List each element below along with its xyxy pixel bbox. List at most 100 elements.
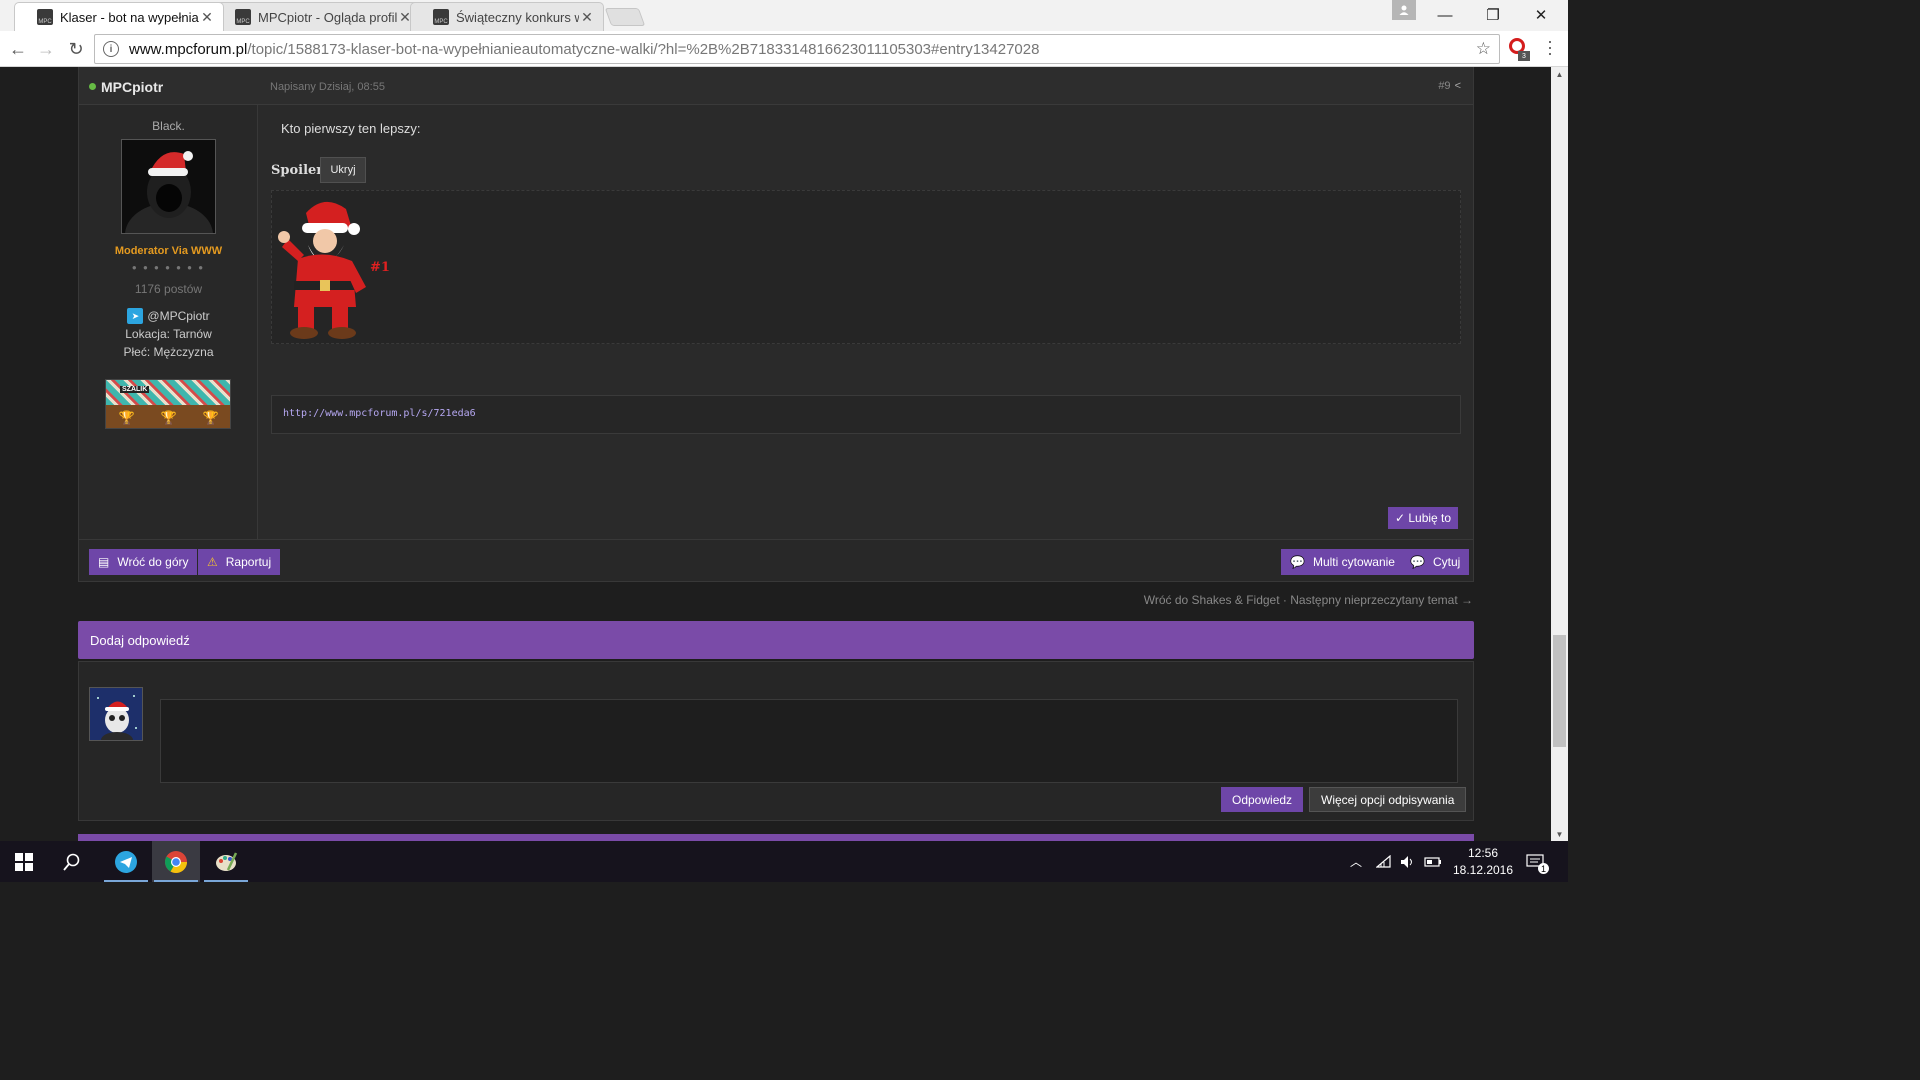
telegram-handle: @MPCpiotr bbox=[147, 309, 210, 323]
user-rank: Moderator Via WWW bbox=[114, 245, 223, 257]
page-scrollbar[interactable]: ▲ ▼ bbox=[1551, 67, 1568, 841]
tab-profile[interactable]: MPC MPCpiotr - Ogląda profil ✕ bbox=[212, 2, 422, 31]
show-hidden-icons[interactable]: ︿ bbox=[1350, 841, 1362, 882]
like-button[interactable]: ✓ Lubię to bbox=[1388, 507, 1458, 529]
trophy-icon: 🏆 bbox=[202, 409, 220, 425]
battery-icon[interactable] bbox=[1424, 841, 1442, 882]
post-date: Napisany Dzisiaj, 08:55 bbox=[270, 81, 385, 93]
scroll-down-icon[interactable]: ▼ bbox=[1551, 827, 1568, 841]
restore-button[interactable]: ❐ bbox=[1470, 2, 1516, 28]
new-tab-button[interactable] bbox=[604, 8, 646, 26]
action-center-icon[interactable]: 1 bbox=[1526, 841, 1549, 882]
tab-title: MPCpiotr - Ogląda profil bbox=[258, 9, 397, 25]
tab-strip: MPC Klaser - bot na wypełnian ✕ MPC MPCp… bbox=[0, 0, 1568, 31]
post-text: Kto pierwszy ten lepszy: bbox=[281, 121, 421, 136]
wifi-icon[interactable] bbox=[1376, 841, 1392, 882]
user-sex: Płeć: Mężczyzna bbox=[123, 345, 214, 359]
url-path: /topic/1588173-klaser-bot-na-wypełnianie… bbox=[247, 40, 1040, 58]
warning-icon: ⚠ bbox=[207, 555, 218, 569]
multiquote-button[interactable]: 💬 Multi cytowanie bbox=[1281, 549, 1404, 575]
code-block[interactable]: http://www.mpcforum.pl/s/721eda6 bbox=[271, 395, 1461, 434]
post-author[interactable]: MPCpiotr bbox=[101, 79, 163, 95]
close-icon[interactable]: ✕ bbox=[579, 9, 595, 26]
quote-label: Cytuj bbox=[1432, 555, 1461, 569]
extension-badge: 3 bbox=[1518, 51, 1530, 61]
online-status-icon bbox=[89, 83, 96, 90]
quote-button[interactable]: 💬 Cytuj bbox=[1401, 549, 1470, 575]
mpc-favicon-icon: MPC bbox=[37, 9, 53, 25]
code-link[interactable]: http://www.mpcforum.pl/s/721eda6 bbox=[283, 408, 476, 419]
back-to-top-button[interactable]: ▤ Wróć do góry bbox=[89, 549, 198, 575]
back-icon[interactable]: ← bbox=[6, 37, 30, 61]
page-icon: ▤ bbox=[98, 555, 110, 569]
spoiler-content: #1 bbox=[271, 190, 1461, 344]
notification-count: 1 bbox=[1538, 863, 1549, 874]
search-icon[interactable] bbox=[48, 841, 96, 882]
post-actions: ▤ Wróć do góry ⚠ Raportuj 💬 Multi cytowanie… bbox=[79, 539, 1473, 581]
multiquote-label: Multi cytowanie bbox=[1312, 555, 1395, 569]
quote-icon: 💬 bbox=[1410, 555, 1425, 569]
telegram-taskbar-icon[interactable] bbox=[102, 841, 150, 882]
volume-icon[interactable] bbox=[1400, 841, 1416, 882]
url-domain: www.mpcforum.pl bbox=[129, 40, 248, 58]
user-location: Lokacja: Tarnów bbox=[125, 327, 212, 341]
share-icon[interactable]: < bbox=[1455, 80, 1461, 92]
reply-textarea[interactable] bbox=[160, 699, 1458, 783]
start-button[interactable] bbox=[0, 841, 48, 882]
close-window-button[interactable]: ✕ bbox=[1518, 2, 1564, 28]
post-number[interactable]: #9 < bbox=[1438, 80, 1461, 92]
my-avatar bbox=[89, 687, 143, 741]
address-bar[interactable]: i www.mpcforum.pl/topic/1588173-klaser-b… bbox=[94, 34, 1500, 64]
forward-icon[interactable]: → bbox=[34, 37, 58, 61]
more-reply-options-button[interactable]: Więcej opcji odpisywania bbox=[1309, 787, 1467, 812]
tab-title: Klaser - bot na wypełnian bbox=[60, 9, 199, 25]
paint-taskbar-icon[interactable] bbox=[202, 841, 250, 882]
profile-icon[interactable] bbox=[1392, 0, 1416, 20]
chrome-taskbar-icon[interactable] bbox=[152, 841, 200, 882]
tab-konkurs[interactable]: MPC Świąteczny konkurs w dz ✕ bbox=[410, 2, 604, 31]
post-number-text: #9 bbox=[1438, 80, 1451, 92]
next-section-header bbox=[78, 834, 1474, 841]
menu-icon[interactable]: · · · bbox=[1542, 32, 1558, 62]
user-title: Black. bbox=[152, 119, 185, 133]
telegram-icon: ➤ bbox=[127, 308, 144, 324]
clock-date: 18.12.2016 bbox=[1452, 863, 1514, 877]
report-label: Raportuj bbox=[225, 555, 272, 569]
scroll-up-icon[interactable]: ▲ bbox=[1551, 67, 1568, 81]
tab-klaser[interactable]: MPC Klaser - bot na wypełnian ✕ bbox=[14, 2, 224, 31]
trophy-row: 🏆 🏆 🏆 bbox=[106, 405, 230, 428]
santa-image bbox=[278, 201, 366, 339]
close-icon[interactable]: ✕ bbox=[199, 9, 215, 26]
browser-toolbar: ← → ↻ i www.mpcforum.pl/topic/1588173-kl… bbox=[0, 31, 1568, 67]
back-to-forum-link[interactable]: Wróć do Shakes & Fidget bbox=[1144, 593, 1280, 607]
info-icon[interactable]: i bbox=[103, 41, 119, 57]
rank-pips: ● ● ● ● ● ● ● bbox=[131, 263, 206, 272]
reply-form: Odpowiedz Więcej opcji odpisywania bbox=[78, 661, 1474, 821]
scroll-thumb[interactable] bbox=[1553, 635, 1566, 747]
windows-taskbar: ︿ 12:56 18.12.2016 1 bbox=[0, 841, 1568, 882]
submit-reply-button[interactable]: Odpowiedz bbox=[1221, 787, 1304, 812]
nav-separator: · bbox=[1282, 593, 1287, 607]
next-unread-link[interactable]: Następny nieprzeczytany temat → bbox=[1290, 593, 1473, 607]
system-clock[interactable]: 12:56 18.12.2016 bbox=[1448, 845, 1518, 879]
bookmark-star-icon[interactable]: ☆ bbox=[1476, 39, 1491, 59]
avatar[interactable] bbox=[121, 139, 216, 234]
reply-header: Dodaj odpowiedź bbox=[78, 621, 1474, 659]
award-label: SZALIK bbox=[120, 386, 150, 393]
report-button[interactable]: ⚠ Raportuj bbox=[198, 549, 281, 575]
forum-post: MPCpiotr Napisany Dzisiaj, 08:55 #9 < Bla… bbox=[78, 67, 1474, 582]
opera-extension-icon[interactable]: 3 bbox=[1508, 37, 1530, 61]
spoiler-hide-button[interactable]: Ukryj bbox=[320, 157, 366, 183]
minimize-button[interactable]: — bbox=[1422, 2, 1468, 28]
award-badge: SZALIK 🏆 🏆 🏆 bbox=[105, 379, 231, 429]
reload-icon[interactable]: ↻ bbox=[64, 37, 88, 61]
multiquote-icon: 💬 bbox=[1290, 555, 1305, 569]
telegram-contact[interactable]: ➤ @MPCpiotr bbox=[79, 308, 258, 324]
mpc-favicon-icon: MPC bbox=[235, 9, 251, 25]
mpc-favicon-icon: MPC bbox=[433, 9, 449, 25]
post-header: MPCpiotr Napisany Dzisiaj, 08:55 #9 < bbox=[79, 67, 1473, 105]
topic-navigation: Wróć do Shakes & Fidget · Następny niepr… bbox=[1144, 593, 1473, 607]
spoiler-label: Spoiler bbox=[271, 163, 324, 178]
author-info: Black. Moderator Via WWW ● ● ● ● ● ● ● 1… bbox=[79, 105, 258, 539]
clock-time: 12:56 bbox=[1467, 846, 1499, 860]
